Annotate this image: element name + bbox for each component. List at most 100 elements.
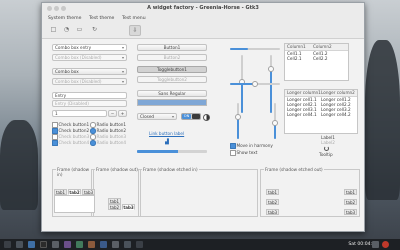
combo-box[interactable]: Combo box ▾ [52, 68, 127, 75]
vertical-slider-2-fill [270, 69, 272, 113]
app-window: A widget factory - Greenia-Horse - Gtk3 … [41, 2, 365, 232]
tree-silhouette-right [365, 40, 400, 200]
spinner-label: Tooltip [319, 152, 333, 157]
taskbar: Sat 00:04:32 [0, 239, 400, 250]
chevron-down-icon: ▾ [121, 79, 124, 84]
tab-1[interactable]: tab1 [266, 189, 279, 195]
radio-button-3: Radio button3 [90, 134, 126, 140]
terminal-icon[interactable] [40, 241, 47, 248]
settings-icon[interactable] [52, 241, 59, 248]
app-icon[interactable] [76, 241, 83, 248]
app-icon[interactable] [136, 241, 143, 248]
tab-panel [54, 195, 95, 213]
tab-2[interactable]: tab2 [344, 199, 357, 205]
spin-decrement-button[interactable]: − [108, 110, 117, 117]
refresh-icon[interactable]: ↻ [89, 25, 100, 35]
radio-unchecked [90, 122, 96, 128]
radio-button-2[interactable]: Radio button2 [90, 128, 126, 134]
toggle-button-1[interactable]: Togglebutton1 [137, 66, 207, 73]
spin-increment-button[interactable]: + [118, 110, 127, 117]
app-icon[interactable] [100, 241, 107, 248]
tab-1[interactable]: tab1 [344, 189, 357, 195]
checkbox-checked [52, 140, 58, 146]
radio-checked [90, 140, 96, 146]
radio-button-1[interactable]: Radio button1 [90, 122, 126, 128]
vertical-slider-3-knob[interactable] [235, 114, 241, 120]
switch-toggle[interactable]: ON [181, 113, 201, 120]
progress-bar [137, 150, 207, 153]
spinner-icon [324, 146, 329, 151]
frame-shadow-etched-in: Frame (shadow etched in) [138, 167, 258, 217]
color-button[interactable] [137, 99, 207, 106]
browser-icon[interactable] [28, 241, 35, 248]
new-icon[interactable]: □ [48, 25, 59, 35]
chevron-down-icon: ▾ [171, 114, 174, 119]
menu-item-test-theme[interactable]: Test theme [89, 15, 114, 22]
menu-item-system-theme[interactable]: System theme [48, 15, 81, 22]
app-icon[interactable] [64, 241, 71, 248]
combo-box-entry[interactable]: Combo box entry ▾ [52, 44, 127, 51]
table-row[interactable]: Cell2.1 Cell2.2 [285, 56, 348, 61]
entry-field-disabled: Entry (Disabled) [52, 100, 127, 107]
tree-view-2[interactable]: Longer column1Longer column2 Longer cell… [284, 89, 358, 134]
half-moon-icon [203, 114, 210, 121]
save-icon[interactable]: ▭ [74, 25, 85, 35]
spin-button[interactable]: 1 [52, 110, 107, 117]
checkbox-checked [230, 143, 236, 149]
tab-3[interactable]: tab3 [122, 204, 135, 210]
checkbox-checked [52, 128, 58, 134]
radio-checked [90, 128, 96, 134]
checkbox-unchecked [230, 150, 236, 156]
closed-combo[interactable]: Closed ▾ [137, 113, 177, 120]
vertical-slider-1-fill [241, 83, 243, 113]
menu-item-test-menu[interactable]: Test menu [122, 15, 146, 22]
tree-view-2-header: Longer column1Longer column2 [285, 90, 357, 97]
tab-3[interactable]: tab3 [266, 209, 279, 215]
vertical-slider-3-fill [237, 117, 239, 139]
chevron-down-icon: ▾ [121, 45, 124, 50]
combo-box-disabled: Combo box (Disabled) ▾ [52, 78, 127, 85]
menu-bar: System theme Test theme Test menu [42, 15, 364, 22]
files-icon[interactable] [16, 241, 23, 248]
chevron-down-icon: ▾ [121, 69, 124, 74]
toggle-tool-icon[interactable]: ⇩ [129, 25, 141, 36]
radio-unchecked [90, 134, 96, 140]
horizontal-slider-1-fill [230, 48, 248, 50]
entry-field[interactable]: Entry [52, 92, 127, 99]
volume-icon[interactable]: ▟ [165, 140, 171, 145]
label-2: Label2 [321, 140, 335, 145]
menu-icon[interactable] [4, 241, 11, 248]
tab-2[interactable]: tab2 [108, 204, 121, 210]
app-icon[interactable] [88, 241, 95, 248]
horizontal-slider-2-fill [230, 83, 254, 85]
power-icon[interactable] [382, 241, 389, 248]
tree-view-1[interactable]: Column1 Column2 Cell1.1 Cell1.2 Cell2.1 Cel… [284, 43, 349, 81]
table-row[interactable]: Longer cell4.1 Longer cell4.2 [285, 112, 357, 117]
font-button[interactable]: Sans Regular [137, 90, 207, 97]
check-button-2[interactable]: Check button2 [52, 128, 89, 134]
tab-2[interactable]: tab2 [266, 199, 279, 205]
open-icon[interactable]: ◔ [61, 25, 72, 35]
checkbox-unchecked [52, 134, 58, 140]
network-icon[interactable] [372, 241, 379, 248]
tab-3[interactable]: tab3 [344, 209, 357, 215]
tree-view-1-header: Column1 Column2 [285, 44, 348, 51]
switch-handle [192, 114, 200, 119]
check-button-1[interactable]: Check button1 [52, 122, 89, 128]
button-2: Button2 [137, 54, 207, 61]
vertical-slider-4-knob[interactable] [272, 120, 278, 126]
link-button[interactable]: Link button label [149, 131, 184, 136]
switch-on-label: ON [182, 114, 191, 119]
toggle-button-2: Togglebutton2 [137, 76, 207, 83]
button-1[interactable]: Button1 [137, 44, 207, 51]
toolbar: □ ◔ ▭ ↻ ⇩ [42, 22, 364, 39]
app-icon[interactable] [124, 241, 131, 248]
vertical-slider-2-knob[interactable] [268, 66, 274, 72]
show-text-check[interactable]: Show text [230, 150, 257, 156]
horizontal-slider-2-knob[interactable] [252, 81, 258, 87]
tree-silhouette-left [0, 120, 38, 210]
app-icon[interactable] [112, 241, 119, 248]
check-button-4: Check button4 [52, 140, 89, 146]
window-title: A widget factory - Greenia-Horse - Gtk3 [147, 5, 259, 11]
move-in-harmony-check[interactable]: Move in harmony [230, 143, 273, 149]
